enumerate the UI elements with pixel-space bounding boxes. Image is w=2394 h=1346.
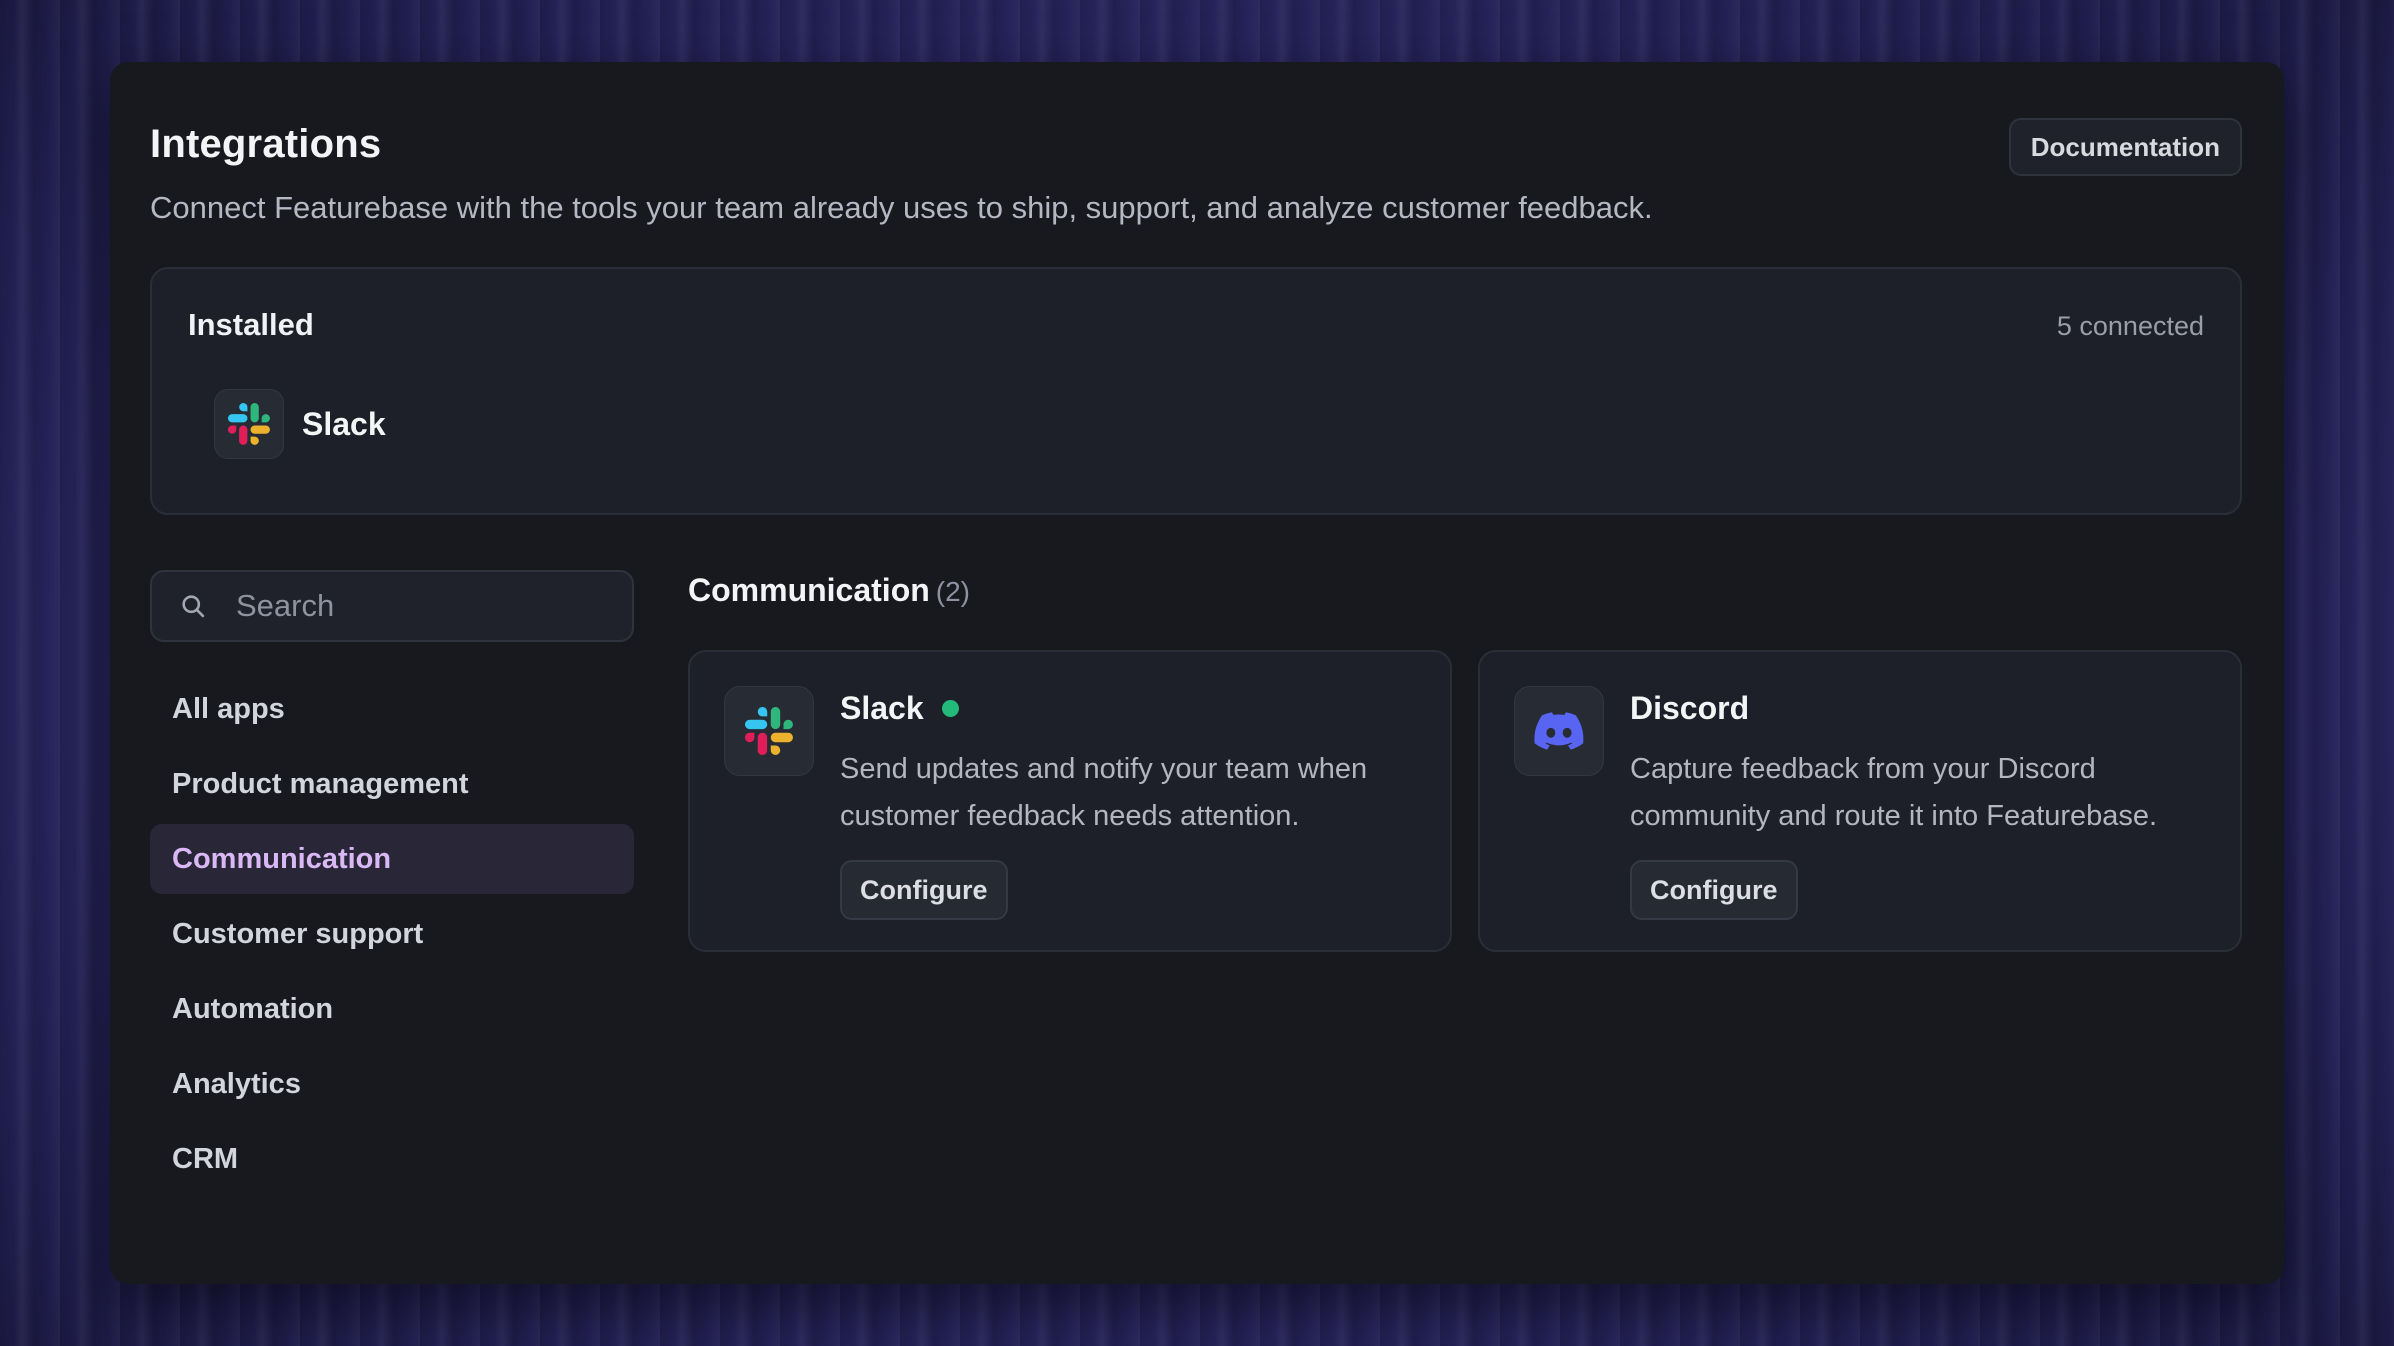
discord-icon [1514,686,1604,776]
app-card-slack: Slack Send updates and notify your team … [688,650,1452,952]
app-card-description: Send updates and notify your team when c… [840,753,1368,832]
app-card-title: Discord [1630,689,1750,726]
page-title: Integrations [150,122,382,166]
app-card-title-row: Slack [840,688,1420,728]
app-card-title-row: Discord [1630,688,2210,728]
app-card-body: Discord Capture feedback from your Disco… [1630,688,2210,920]
page-subtitle: Connect Featurebase with the tools your … [150,190,1653,225]
section-title: Communication [688,572,930,608]
app-card-discord: Discord Capture feedback from your Disco… [1478,650,2242,952]
configure-discord-button[interactable]: Configure [1630,860,1798,920]
app-card-description: Capture feedback from your Discord commu… [1630,753,2158,832]
section-heading: Communication (2) [688,572,970,609]
category-analytics[interactable]: Analytics [150,1049,634,1119]
category-customer-support[interactable]: Customer support [150,899,634,969]
slack-icon [214,389,284,459]
category-automation[interactable]: Automation [150,974,634,1044]
app-card-body: Slack Send updates and notify your team … [840,688,1420,920]
installed-app-name: Slack [302,405,386,442]
search-input[interactable] [234,587,598,625]
category-product-management[interactable]: Product management [150,749,634,819]
installed-section: Installed 5 connected Slack [150,267,2242,515]
installed-app-slack[interactable]: Slack [214,389,386,459]
category-all-apps[interactable]: All apps [150,674,634,744]
search-field[interactable] [150,570,634,642]
app-card-title: Slack [840,689,924,726]
connected-count: 5 connected [2056,311,2204,341]
category-communication[interactable]: Communication [150,824,634,894]
configure-slack-button[interactable]: Configure [840,860,1008,920]
category-nav: All apps Product management Communicatio… [150,674,634,1199]
category-crm[interactable]: CRM [150,1124,634,1194]
installed-title: Installed [188,307,314,342]
section-count: (2) [935,576,971,607]
slack-icon [724,686,814,776]
search-icon [178,591,208,621]
documentation-button[interactable]: Documentation [2008,118,2242,176]
connected-status-dot [941,699,959,717]
integrations-panel: Integrations Connect Featurebase with th… [110,62,2284,1284]
